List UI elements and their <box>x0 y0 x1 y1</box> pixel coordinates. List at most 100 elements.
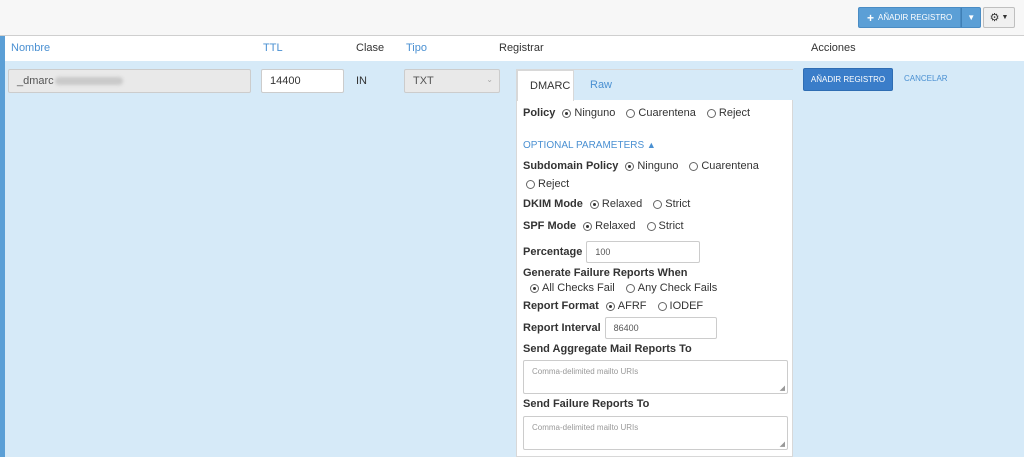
radio-icon <box>653 199 663 209</box>
policy-option-label: Ninguno <box>574 107 616 119</box>
subdomain-option-label: Reject <box>538 178 570 190</box>
type-select: TXT ⌄ <box>404 69 500 93</box>
dmarc-editor-panel: DMARC Raw Policy Ninguno Cuarentena Reje… <box>516 69 794 457</box>
report-interval-input[interactable]: 86400 <box>604 317 717 339</box>
gear-icon: ⚙ <box>989 12 1000 24</box>
dkim-mode-label: DKIM Mode <box>523 198 583 210</box>
policy-option-ninguno[interactable]: Ninguno <box>559 107 615 119</box>
optional-parameters-toggle[interactable]: OPTIONAL PARAMETERS ▲ <box>523 140 656 151</box>
name-value: _dmarc <box>17 75 54 87</box>
radio-selected-icon <box>562 108 572 118</box>
radio-icon <box>626 108 636 118</box>
subdomain-option-label: Cuarentena <box>701 160 759 172</box>
radio-selected-icon <box>625 161 635 171</box>
redacted-domain <box>54 77 123 86</box>
dkim-option-relaxed[interactable]: Relaxed <box>587 198 642 210</box>
aggregate-label-row: Send Aggregate Mail Reports To <box>523 343 692 355</box>
add-record-button[interactable]: + AÑADIR REGISTRO <box>858 7 962 28</box>
edit-record-row: _dmarc 14400 IN TXT ⌄ DMARC Raw Policy N… <box>0 61 1024 457</box>
subdomain-policy-row-wrap: Reject <box>523 178 573 190</box>
subdomain-option-ninguno[interactable]: Ninguno <box>622 160 678 172</box>
dkim-option-label: Strict <box>665 198 691 210</box>
tab-dmarc[interactable]: DMARC <box>517 70 574 101</box>
failure-when-row: All Checks Fail Any Check Fails <box>527 282 721 294</box>
radio-icon <box>646 221 656 231</box>
spf-option-label: Relaxed <box>595 220 636 232</box>
add-record-label: AÑADIR REGISTRO <box>878 13 953 22</box>
tab-raw[interactable]: Raw <box>578 70 624 101</box>
format-option-afrf[interactable]: AFRF <box>603 300 647 312</box>
cancel-link[interactable]: CANCELAR <box>904 74 948 83</box>
radio-icon <box>526 179 535 189</box>
subdomain-option-cuarentena[interactable]: Cuarentena <box>686 160 759 172</box>
column-ttl-header[interactable]: TTL <box>263 42 283 54</box>
failure-to-label: Send Failure Reports To <box>523 398 650 410</box>
report-interval-label: Report Interval <box>523 322 601 334</box>
failure-option-label: Any Check Fails <box>637 282 718 294</box>
spf-option-relaxed[interactable]: Relaxed <box>580 220 636 232</box>
chevron-up-icon: ▲ <box>646 140 656 150</box>
chevron-down-icon: ⌄ <box>486 75 493 84</box>
column-name-header[interactable]: Nombre <box>11 42 50 54</box>
optional-parameters-label: OPTIONAL PARAMETERS <box>523 140 645 151</box>
radio-selected-icon <box>605 301 615 311</box>
column-actions-header: Acciones <box>811 42 856 54</box>
radio-icon <box>625 283 635 293</box>
policy-label: Policy <box>523 107 556 119</box>
type-value: TXT <box>413 75 434 87</box>
percentage-label: Percentage <box>523 246 583 258</box>
subdomain-policy-label: Subdomain Policy <box>523 160 619 172</box>
top-toolbar: + AÑADIR REGISTRO ▼ ⚙ ▼ <box>0 0 1024 36</box>
name-field: _dmarc <box>8 69 251 93</box>
table-header: Nombre TTL Clase Tipo Registrar Acciones <box>0 36 1024 61</box>
radio-selected-icon <box>530 283 539 293</box>
failure-placeholder: Comma-delimited mailto URIs <box>532 423 639 432</box>
failure-when-label-row: Generate Failure Reports When <box>523 267 687 279</box>
aggregate-uris-textarea[interactable]: Comma-delimited mailto URIs ◢ <box>523 360 788 394</box>
resize-grip-icon[interactable]: ◢ <box>780 384 785 392</box>
percentage-row: Percentage 100 <box>523 241 701 263</box>
spf-option-strict[interactable]: Strict <box>644 220 684 232</box>
column-class-header: Clase <box>356 42 385 54</box>
subdomain-policy-row: Subdomain Policy Ninguno Cuarentena <box>523 160 763 172</box>
dkim-option-label: Relaxed <box>601 198 643 210</box>
class-value: IN <box>356 75 367 87</box>
failure-option-label: All Checks Fail <box>542 282 615 294</box>
column-type-header[interactable]: Tipo <box>406 42 427 54</box>
policy-row: Policy Ninguno Cuarentena Reject <box>523 107 754 119</box>
radio-selected-icon <box>583 221 593 231</box>
caret-down-icon: ▼ <box>967 13 976 22</box>
dkim-mode-row: DKIM Mode Relaxed Strict <box>523 198 694 210</box>
failure-option-all[interactable]: All Checks Fail <box>527 282 615 294</box>
format-option-label: IODEF <box>669 300 704 312</box>
format-option-iodef[interactable]: IODEF <box>655 300 704 312</box>
percentage-input[interactable]: 100 <box>586 241 701 263</box>
dkim-option-strict[interactable]: Strict <box>650 198 690 210</box>
resize-grip-icon[interactable]: ◢ <box>780 440 785 448</box>
save-record-button[interactable]: AÑADIR REGISTRO <box>803 68 893 91</box>
report-format-label: Report Format <box>523 300 599 312</box>
policy-option-reject[interactable]: Reject <box>704 107 750 119</box>
failure-when-label: Generate Failure Reports When <box>523 267 688 279</box>
spf-mode-label: SPF Mode <box>523 220 577 232</box>
settings-button[interactable]: ⚙ ▼ <box>983 7 1015 28</box>
ttl-field[interactable]: 14400 <box>261 69 344 93</box>
failure-to-label-row: Send Failure Reports To <box>523 398 649 410</box>
report-format-row: Report Format AFRF IODEF <box>523 300 707 312</box>
aggregate-label: Send Aggregate Mail Reports To <box>523 343 692 355</box>
caret-down-icon: ▼ <box>1001 14 1009 21</box>
failure-option-any[interactable]: Any Check Fails <box>623 282 717 294</box>
policy-option-label: Cuarentena <box>638 107 696 119</box>
column-record-header: Registrar <box>499 42 544 54</box>
plus-icon: + <box>867 10 875 25</box>
radio-icon <box>706 108 716 118</box>
format-option-label: AFRF <box>617 300 647 312</box>
policy-option-label: Reject <box>718 107 751 119</box>
radio-icon <box>689 161 699 171</box>
add-record-dropdown-toggle[interactable]: ▼ <box>961 7 982 28</box>
policy-option-cuarentena[interactable]: Cuarentena <box>623 107 696 119</box>
failure-uris-textarea[interactable]: Comma-delimited mailto URIs ◢ <box>523 416 788 450</box>
subdomain-option-reject[interactable]: Reject <box>523 178 569 190</box>
radio-selected-icon <box>589 199 599 209</box>
subdomain-option-label: Ninguno <box>637 160 679 172</box>
